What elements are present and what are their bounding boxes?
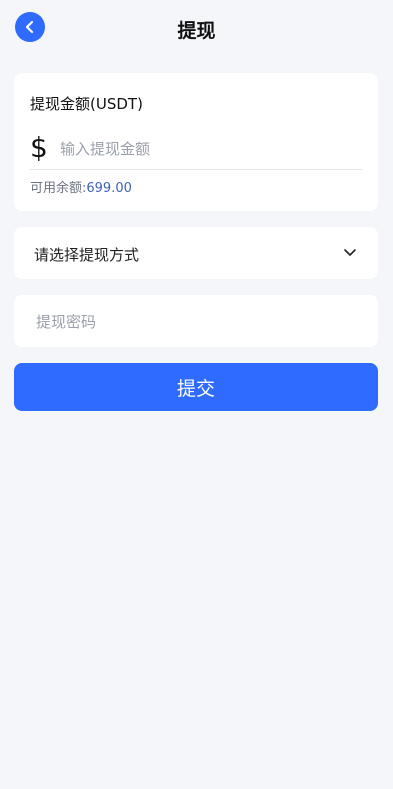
header: 提现 [0,0,393,56]
amount-card: 提现金额(USDT) $ 可用余额:699.00 [14,73,378,211]
divider [30,169,362,170]
amount-input[interactable] [58,133,362,165]
password-card [14,295,378,347]
withdraw-page: 提现 提现金额(USDT) $ 可用余额:699.00 请选择提现方式 提交 [0,0,393,789]
withdraw-method-select[interactable]: 请选择提现方式 [14,227,378,279]
available-balance-label: 可用余额: [30,181,87,196]
available-balance: 可用余额:699.00 [30,177,132,196]
amount-label: 提现金额(USDT) [30,95,143,113]
password-input[interactable] [34,306,358,338]
chevron-down-icon [344,249,356,256]
withdraw-method-label: 请选择提现方式 [34,246,140,264]
page-title: 提现 [177,20,216,42]
available-balance-value: 699.00 [86,181,132,196]
currency-symbol: $ [30,131,48,164]
submit-button[interactable]: 提交 [14,363,378,411]
